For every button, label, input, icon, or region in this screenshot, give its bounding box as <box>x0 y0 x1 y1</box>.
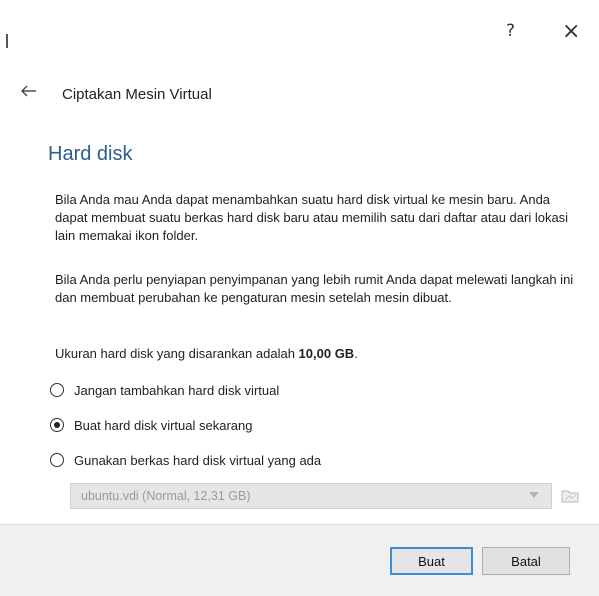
button-bar: Buat Batal <box>0 524 599 596</box>
recommended-size-value: 10,00 GB <box>298 346 355 361</box>
description-paragraph-2: Bila Anda perlu penyiapan penyimpanan ya… <box>55 272 574 305</box>
page-title: Hard disk <box>48 143 133 165</box>
dialog-title: Ciptakan Mesin Virtual <box>62 86 212 103</box>
option-no-hard-disk-label: Jangan tambahkan hard disk virtual <box>74 382 280 398</box>
cancel-button[interactable]: Batal <box>482 547 570 575</box>
close-button[interactable]: × <box>562 19 580 44</box>
arrow-left-icon[interactable] <box>20 82 38 100</box>
help-button[interactable]: ? <box>506 21 515 41</box>
option-no-hard-disk[interactable]: Jangan tambahkan hard disk virtual <box>50 380 279 400</box>
wizard-header: Ciptakan Mesin Virtual <box>0 78 599 108</box>
title-bar: ? × <box>0 0 599 62</box>
radio-no-hard-disk[interactable] <box>50 383 64 397</box>
description-paragraph-1: Bila Anda mau Anda dapat menambahkan sua… <box>55 192 569 243</box>
option-create-hard-disk-label: Buat hard disk virtual sekarang <box>74 417 253 433</box>
option-use-existing-hard-disk[interactable]: Gunakan berkas hard disk virtual yang ad… <box>50 450 321 470</box>
existing-disk-select[interactable]: ubuntu.vdi (Normal, 12,31 GB) <box>70 483 552 509</box>
dialog-window: ? × Ciptakan Mesin Virtual Hard disk Bil… <box>0 0 599 596</box>
recommended-size-suffix: . <box>354 346 358 361</box>
folder-icon[interactable] <box>560 486 580 506</box>
radio-create-hard-disk[interactable] <box>50 418 64 432</box>
chevron-down-icon[interactable] <box>529 492 539 498</box>
recommended-size-prefix: Ukuran hard disk yang disarankan adalah <box>55 346 299 361</box>
existing-disk-value: ubuntu.vdi (Normal, 12,31 GB) <box>81 489 251 503</box>
radio-use-existing-hard-disk[interactable] <box>50 453 64 467</box>
recommended-size-text: Ukuran hard disk yang disarankan adalah … <box>55 346 358 361</box>
option-create-hard-disk[interactable]: Buat hard disk virtual sekarang <box>50 415 252 435</box>
option-use-existing-hard-disk-label: Gunakan berkas hard disk virtual yang ad… <box>74 452 322 468</box>
create-button[interactable]: Buat <box>390 547 473 575</box>
